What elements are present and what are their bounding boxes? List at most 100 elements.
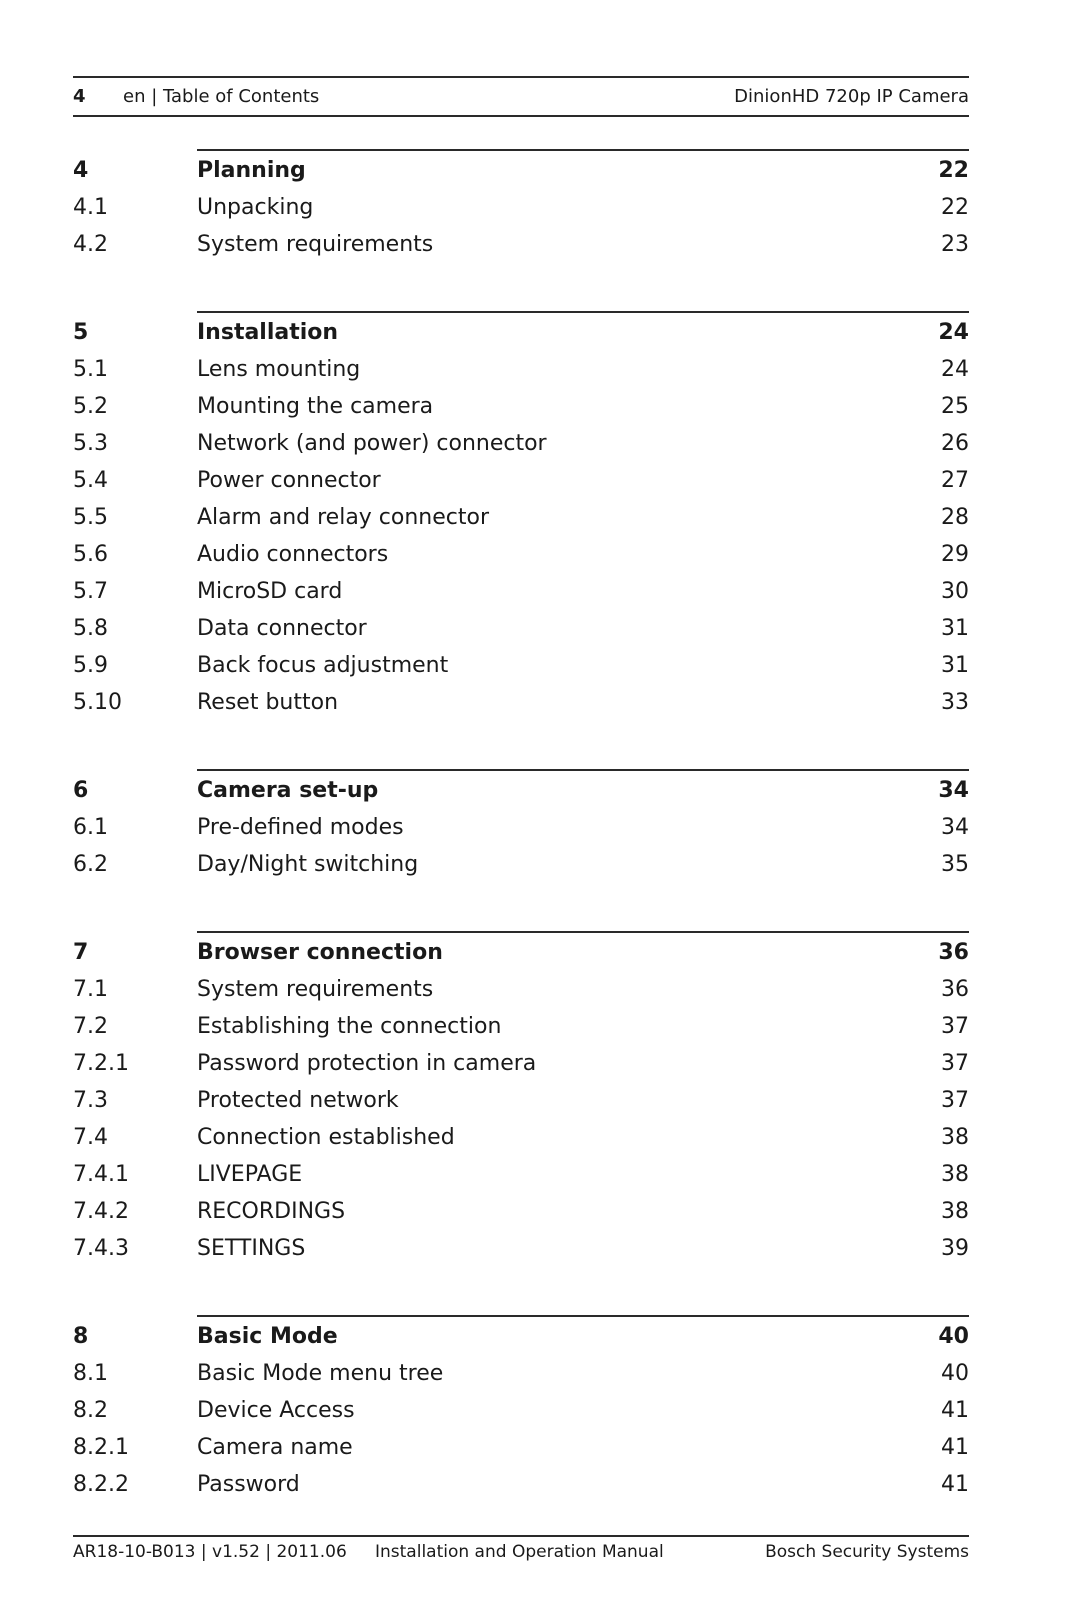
entry-page: 26 [941, 431, 969, 456]
entry-page: 38 [941, 1125, 969, 1150]
entry-title: Data connector [197, 616, 367, 641]
toc-entry[interactable]: 8.2.2 Password 41 [73, 1466, 969, 1503]
toc-entry[interactable]: 5.4 Power connector 27 [73, 462, 969, 499]
toc-entry[interactable]: 5.7 MicroSD card 30 [73, 573, 969, 610]
toc-entry[interactable]: 7.2.1 Password protection in camera 37 [73, 1045, 969, 1082]
header-section-title: en | Table of Contents [123, 85, 320, 107]
toc-entry[interactable]: 7.4 Connection established 38 [73, 1119, 969, 1156]
toc-entry[interactable]: 5.9 Back focus adjustment 31 [73, 647, 969, 684]
toc-chapter-5: 5 Installation 24 5.1 Lens mounting 24 5.2 M… [73, 311, 969, 721]
entry-title: Audio connectors [197, 542, 389, 567]
toc-entry[interactable]: 5.8 Data connector 31 [73, 610, 969, 647]
chapter-page: 40 [938, 1324, 969, 1349]
toc-entry[interactable]: 7.3 Protected network 37 [73, 1082, 969, 1119]
toc-chapter-heading[interactable]: 4 Planning 22 [73, 152, 969, 189]
entry-page: 30 [941, 579, 969, 604]
toc-entry[interactable]: 7.1 System requirements 36 [73, 971, 969, 1008]
toc-chapter-heading[interactable]: 8 Basic Mode 40 [73, 1318, 969, 1355]
toc-entry[interactable]: 7.4.2 RECORDINGS 38 [73, 1193, 969, 1230]
footer-document-title: Installation and Operation Manual [375, 1542, 664, 1562]
toc-chapter-heading[interactable]: 6 Camera set-up 34 [73, 772, 969, 809]
entry-number: 5.9 [73, 653, 108, 678]
entry-number: 5.5 [73, 505, 108, 530]
toc-chapter-4: 4 Planning 22 4.1 Unpacking 22 4.2 System re… [73, 149, 969, 263]
entry-title: RECORDINGS [197, 1199, 346, 1224]
entry-number: 5.10 [73, 690, 122, 715]
entry-page: 41 [941, 1398, 969, 1423]
entry-title: Password protection in camera [197, 1051, 537, 1076]
toc-entry[interactable]: 4.1 Unpacking 22 [73, 189, 969, 226]
toc-entry[interactable]: 6.2 Day/Night switching 35 [73, 846, 969, 883]
header-product-name: DinionHD 720p IP Camera [734, 85, 969, 107]
entry-number: 5.3 [73, 431, 108, 456]
entry-number: 7.3 [73, 1088, 108, 1113]
toc-entry[interactable]: 5.1 Lens mounting 24 [73, 351, 969, 388]
entry-title: Basic Mode menu tree [197, 1361, 444, 1386]
entry-page: 40 [941, 1361, 969, 1386]
toc-entry[interactable]: 5.6 Audio connectors 29 [73, 536, 969, 573]
entry-page: 39 [941, 1236, 969, 1261]
toc-entry[interactable]: 5.2 Mounting the camera 25 [73, 388, 969, 425]
toc-entry[interactable]: 6.1 Pre-defined modes 34 [73, 809, 969, 846]
document-page: 4 en | Table of Contents DinionHD 720p I… [73, 0, 969, 1618]
entry-title: Day/Night switching [197, 852, 419, 877]
entry-title: Power connector [197, 468, 381, 493]
toc-entry[interactable]: 5.5 Alarm and relay connector 28 [73, 499, 969, 536]
toc-chapter-8: 8 Basic Mode 40 8.1 Basic Mode menu tree 4… [73, 1315, 969, 1503]
entry-number: 8.2.2 [73, 1472, 129, 1497]
toc-entry[interactable]: 4.2 System requirements 23 [73, 226, 969, 263]
entry-title: Protected network [197, 1088, 399, 1113]
toc-chapter-heading[interactable]: 5 Installation 24 [73, 314, 969, 351]
entry-title: Alarm and relay connector [197, 505, 490, 530]
entry-number: 7.4.1 [73, 1162, 129, 1187]
entry-number: 7.4.3 [73, 1236, 129, 1261]
toc-entry[interactable]: 5.10 Reset button 33 [73, 684, 969, 721]
chapter-number: 6 [73, 778, 89, 803]
entry-page: 38 [941, 1162, 969, 1187]
toc-entry[interactable]: 8.2.1 Camera name 41 [73, 1429, 969, 1466]
toc-entry[interactable]: 7.4.3 SETTINGS 39 [73, 1230, 969, 1267]
entry-page: 27 [941, 468, 969, 493]
toc-entry[interactable]: 7.2 Establishing the connection 37 [73, 1008, 969, 1045]
entry-page: 28 [941, 505, 969, 530]
entry-page: 24 [941, 357, 969, 382]
entry-page: 34 [941, 815, 969, 840]
entry-number: 5.2 [73, 394, 108, 419]
entry-title: Camera name [197, 1435, 353, 1460]
entry-page: 37 [941, 1014, 969, 1039]
chapter-title: Installation [197, 320, 339, 345]
chapter-page: 24 [938, 320, 969, 345]
chapter-page: 36 [938, 940, 969, 965]
toc-entry[interactable]: 8.2 Device Access 41 [73, 1392, 969, 1429]
toc-entry[interactable]: 5.3 Network (and power) connector 26 [73, 425, 969, 462]
entry-title: Connection established [197, 1125, 455, 1150]
entry-number: 5.6 [73, 542, 108, 567]
header-page-number: 4 [73, 85, 86, 107]
entry-page: 35 [941, 852, 969, 877]
entry-number: 5.4 [73, 468, 108, 493]
entry-number: 6.1 [73, 815, 108, 840]
entry-page: 31 [941, 616, 969, 641]
chapter-title: Basic Mode [197, 1324, 338, 1349]
toc-chapter-6: 6 Camera set-up 34 6.1 Pre-defined modes 3… [73, 769, 969, 883]
entry-number: 8.1 [73, 1361, 108, 1386]
entry-page: 31 [941, 653, 969, 678]
footer-document-id: AR18-10-B013 | v1.52 | 2011.06 [73, 1542, 347, 1562]
entry-page: 38 [941, 1199, 969, 1224]
chapter-title: Planning [197, 158, 306, 183]
toc-entry[interactable]: 8.1 Basic Mode menu tree 40 [73, 1355, 969, 1392]
entry-title: Lens mounting [197, 357, 361, 382]
entry-number: 7.4 [73, 1125, 108, 1150]
toc-entry[interactable]: 7.4.1 LIVEPAGE 38 [73, 1156, 969, 1193]
entry-title: Establishing the connection [197, 1014, 502, 1039]
entry-number: 7.1 [73, 977, 108, 1002]
entry-number: 8.2 [73, 1398, 108, 1423]
chapter-number: 4 [73, 158, 89, 183]
entry-page: 41 [941, 1435, 969, 1460]
entry-number: 5.1 [73, 357, 108, 382]
chapter-number: 5 [73, 320, 89, 345]
entry-number: 5.7 [73, 579, 108, 604]
entry-page: 33 [941, 690, 969, 715]
chapter-page: 34 [938, 778, 969, 803]
toc-chapter-heading[interactable]: 7 Browser connection 36 [73, 934, 969, 971]
